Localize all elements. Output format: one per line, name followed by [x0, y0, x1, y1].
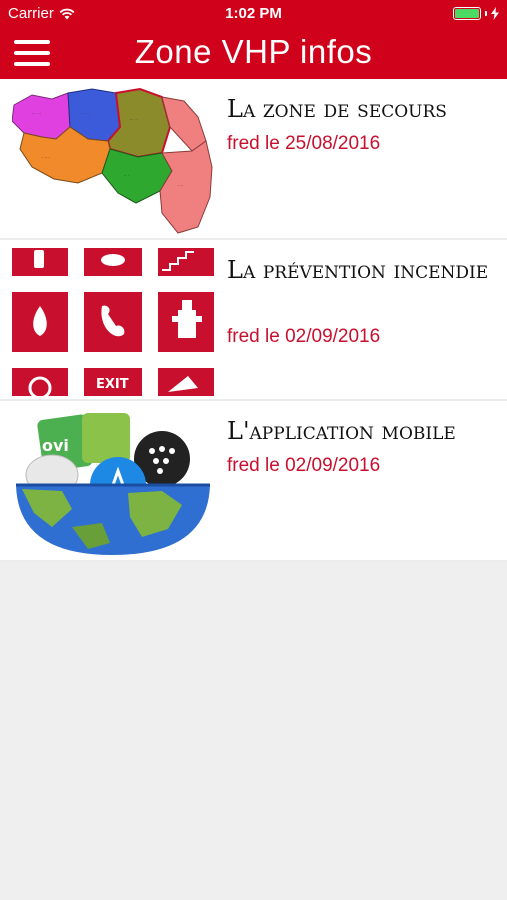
article-row-zone[interactable]: ·· · ·· · ·· · ·· · · · ·· · ·· · · ·· La zo… — [0, 79, 507, 240]
navigation-bar: Zone VHP infos — [0, 28, 507, 79]
battery-icon — [453, 7, 481, 20]
svg-text:·· ·: ·· · — [124, 173, 129, 178]
article-title: La prévention incendie — [227, 256, 489, 284]
svg-text:·· · ··: ·· · ·· — [32, 111, 41, 116]
charging-bolt-icon — [491, 7, 499, 20]
article-title: L'application mobile — [227, 417, 456, 445]
svg-text:ovi: ovi — [42, 436, 69, 455]
svg-text:· ··: · ·· — [178, 183, 183, 188]
status-bar: Carrier 1:02 PM — [0, 0, 507, 28]
svg-text:EXIT: EXIT — [96, 377, 129, 392]
article-author-date: fred le 02/09/2016 — [227, 455, 381, 476]
svg-text:· ·· ·: · ·· · — [42, 155, 50, 160]
zone-map-image: ·· · ·· · ·· · ·· · · · ·· · ·· · · ·· — [12, 87, 214, 235]
article-author-date: fred le 02/09/2016 — [227, 326, 381, 347]
app-store-globe-image: ovi — [12, 409, 214, 557]
clock: 1:02 PM — [225, 5, 282, 22]
article-author-date: fred le 25/08/2016 — [227, 133, 381, 154]
svg-text:·· · ·: ·· · · — [130, 117, 138, 122]
fire-safety-signs-image: EXIT — [12, 248, 214, 396]
article-row-application[interactable]: ovi L'application mobile fred le 02/09/2… — [0, 401, 507, 562]
article-row-prevention[interactable]: EXIT La prévention incendie fred le 02/0… — [0, 240, 507, 401]
article-list: ·· · ·· · ·· · ·· · · · ·· · ·· · · ·· La zo… — [0, 79, 507, 562]
svg-text:· ·· ·: · ·· · — [82, 111, 90, 116]
page-title: Zone VHP infos — [134, 33, 373, 70]
battery-indicator — [453, 7, 499, 20]
article-title: La zone de secours — [227, 95, 447, 123]
